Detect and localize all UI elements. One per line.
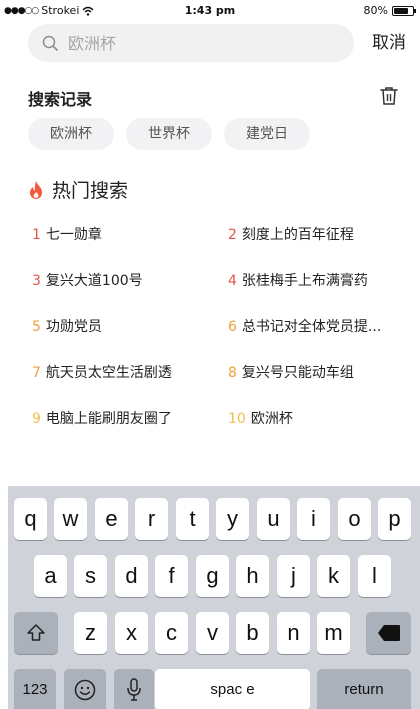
rank-number: 6 [228, 319, 237, 335]
key-e[interactable]: e [95, 498, 128, 540]
backspace-key[interactable] [366, 612, 411, 654]
key-s[interactable]: s [74, 555, 107, 597]
key-m[interactable]: m [317, 612, 350, 654]
search-box[interactable] [28, 24, 354, 62]
microphone-key[interactable] [114, 669, 154, 709]
key-q[interactable]: q [14, 498, 47, 540]
hot-search-item[interactable]: 2 刻度上的百年征程 [228, 224, 354, 244]
key-k[interactable]: k [317, 555, 350, 597]
key-b[interactable]: b [236, 612, 269, 654]
history-chip[interactable]: 建党日 [224, 118, 310, 150]
hot-search-text: 航天员太空生活剧透 [45, 365, 172, 381]
hot-search-item[interactable]: 9 电脑上能刷朋友圈了 [32, 408, 172, 428]
hot-search-text: 七一勋章 [45, 227, 102, 243]
battery-fill [394, 7, 409, 14]
hot-search-header: 热门搜索 [28, 176, 128, 203]
key-f[interactable]: f [155, 555, 188, 597]
numbers-key[interactable]: 123 [14, 669, 56, 709]
rank-number: 10 [228, 411, 246, 427]
rank-number: 3 [32, 273, 41, 289]
rank-number: 5 [32, 319, 41, 335]
hot-search-title: 热门搜索 [52, 180, 129, 202]
key-y[interactable]: y [216, 498, 249, 540]
hot-search-text: 欧洲杯 [250, 411, 293, 427]
search-row: 取消 [28, 24, 408, 62]
return-key[interactable]: return [317, 669, 411, 709]
status-right: 80% [363, 4, 416, 17]
shift-key[interactable] [14, 612, 58, 654]
battery-icon [392, 5, 416, 16]
search-icon [42, 35, 58, 51]
space-key[interactable]: spac e [155, 669, 310, 709]
key-i[interactable]: i [297, 498, 330, 540]
rank-number: 2 [228, 227, 237, 243]
hot-search-item[interactable]: 6 总书记对全体党员提... [228, 316, 381, 336]
hot-search-text: 张桂梅手上布满膏药 [241, 273, 368, 289]
emoji-key[interactable] [64, 669, 106, 709]
hot-search-text: 复兴号只能动车组 [241, 365, 354, 381]
emoji-icon [74, 679, 96, 701]
key-w[interactable]: w [54, 498, 87, 540]
key-g[interactable]: g [196, 555, 229, 597]
rank-number: 9 [32, 411, 41, 427]
status-bar: ●●●○○ Strokei 1:43 pm 80% [0, 0, 420, 22]
hot-search-item[interactable]: 7 航天员太空生活剧透 [32, 362, 172, 382]
search-history-list: 欧洲杯 世界杯 建党日 [28, 118, 310, 150]
trash-icon[interactable] [380, 86, 398, 106]
rank-number: 4 [228, 273, 237, 289]
hot-search-item[interactable]: 4 张桂梅手上布满膏药 [228, 270, 368, 290]
key-l[interactable]: l [358, 555, 391, 597]
key-o[interactable]: o [338, 498, 371, 540]
status-time: 1:43 pm [184, 4, 236, 17]
hot-search-item[interactable]: 5 功勋党员 [32, 316, 102, 336]
history-chip[interactable]: 世界杯 [126, 118, 212, 150]
rank-number: 7 [32, 365, 41, 381]
key-h[interactable]: h [236, 555, 269, 597]
rank-number: 1 [32, 227, 41, 243]
key-j[interactable]: j [277, 555, 310, 597]
hot-search-text: 总书记对全体党员提... [241, 319, 382, 335]
hot-search-text: 刻度上的百年征程 [241, 227, 354, 243]
key-d[interactable]: d [115, 555, 148, 597]
key-n[interactable]: n [277, 612, 310, 654]
key-p[interactable]: p [378, 498, 411, 540]
hot-search-text: 复兴大道100号 [45, 273, 143, 289]
key-r[interactable]: r [135, 498, 168, 540]
cancel-button[interactable]: 取消 [372, 24, 406, 62]
key-t[interactable]: t [176, 498, 209, 540]
key-x[interactable]: x [115, 612, 148, 654]
key-z[interactable]: z [74, 612, 107, 654]
key-v[interactable]: v [196, 612, 229, 654]
hot-search-item[interactable]: 3 复兴大道100号 [32, 270, 143, 290]
hot-search-text: 电脑上能刷朋友圈了 [45, 411, 172, 427]
microphone-icon [127, 678, 141, 701]
key-u[interactable]: u [257, 498, 290, 540]
key-c[interactable]: c [155, 612, 188, 654]
shift-icon [27, 624, 45, 641]
search-history-title: 搜索记录 [28, 90, 93, 109]
keyboard: q w e r t y u i o p a s d f g h j k l z … [8, 486, 420, 709]
battery-percent: 80% [363, 4, 388, 17]
hot-search-item[interactable]: 10 欧洲杯 [228, 408, 293, 428]
key-a[interactable]: a [34, 555, 67, 597]
fire-icon [30, 180, 42, 199]
hot-search-item[interactable]: 1 七一勋章 [32, 224, 102, 244]
search-input[interactable] [68, 24, 338, 62]
hot-search-text: 功勋党员 [45, 319, 102, 335]
hot-search-item[interactable]: 8 复兴号只能动车组 [228, 362, 354, 382]
backspace-icon [377, 625, 400, 641]
history-chip[interactable]: 欧洲杯 [28, 118, 114, 150]
rank-number: 8 [228, 365, 237, 381]
